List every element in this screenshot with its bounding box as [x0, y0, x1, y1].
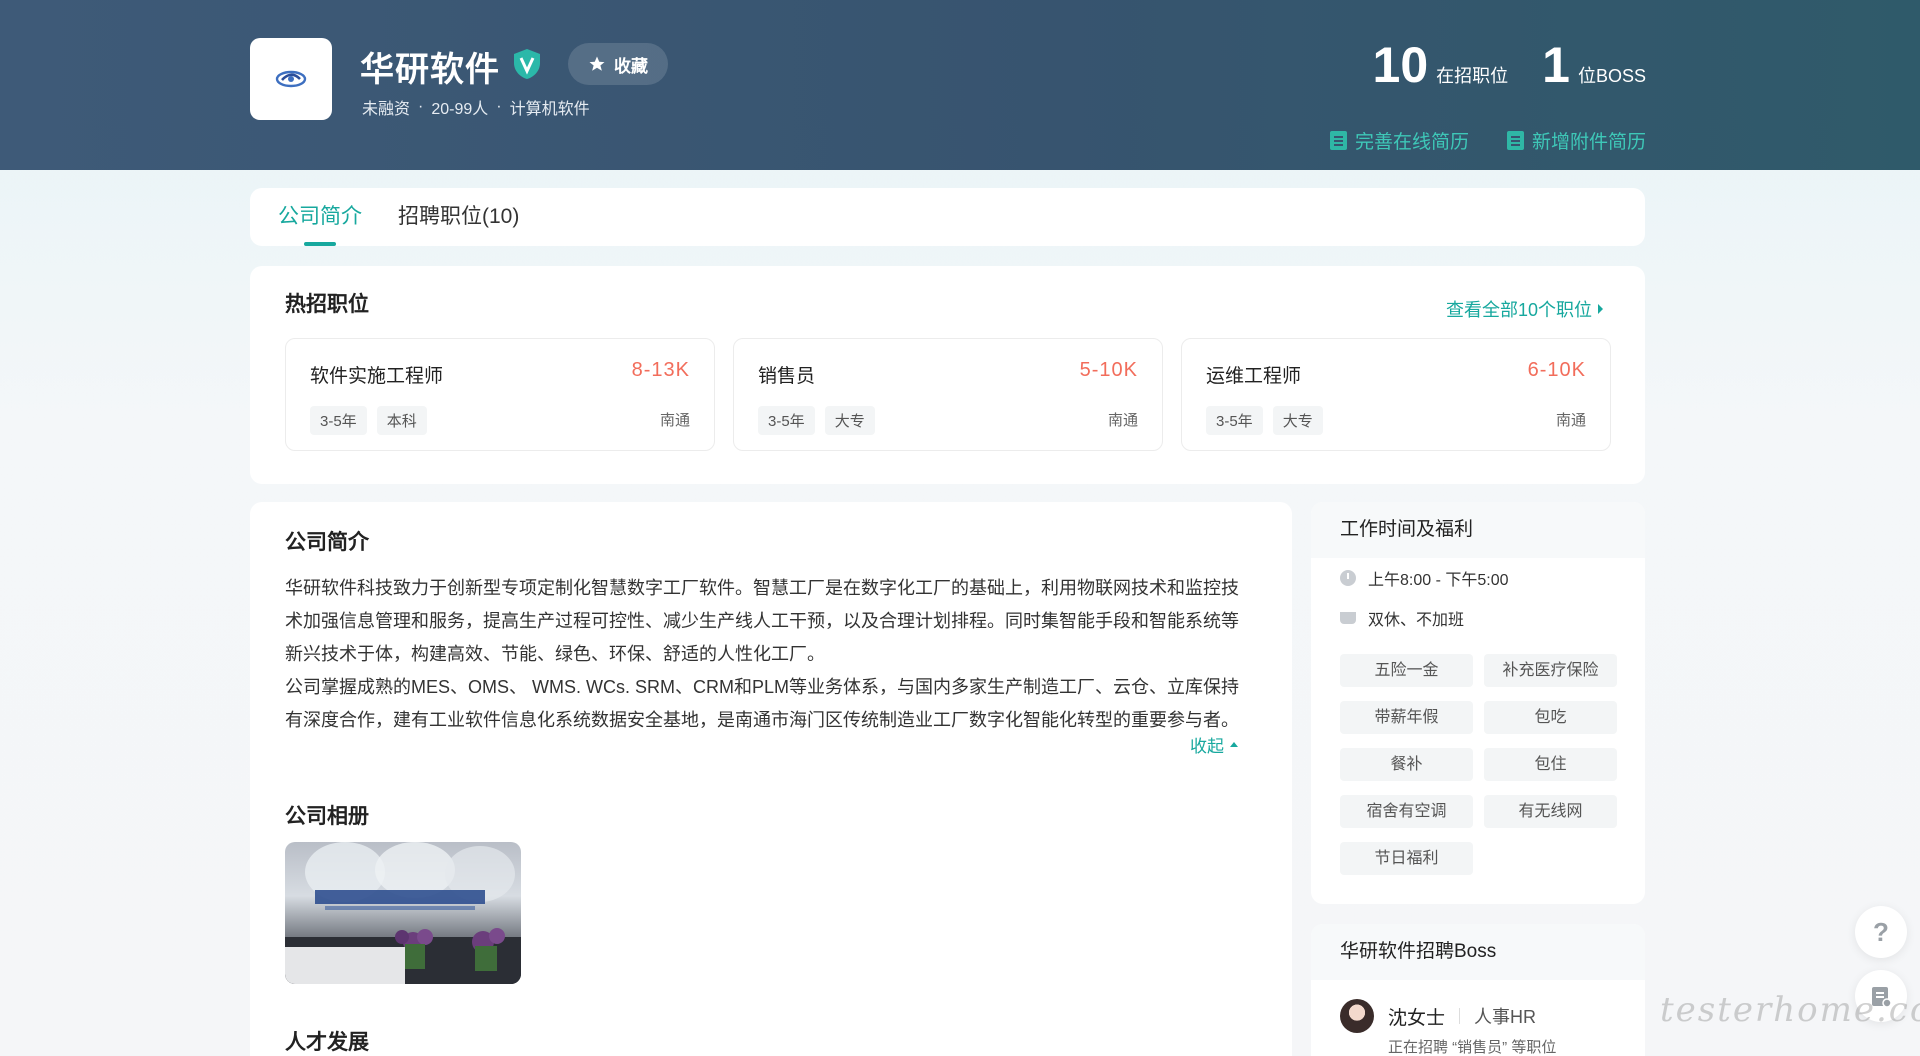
benefit-tags: 五险一金 补充医疗保险 带薪年假 包吃 餐补 包住 宿舍有空调 有无线网 节日福… — [1311, 638, 1645, 875]
verified-shield-icon — [514, 49, 540, 79]
job-cards: 软件实施工程师 8-13K 3-5年 本科 南通 销售员 5-10K 3-5年 … — [285, 338, 1611, 451]
hot-jobs-section: 热招职位 查看全部10个职位 软件实施工程师 8-13K 3-5年 本科 南通 … — [250, 266, 1645, 484]
benefit-tag: 餐补 — [1340, 748, 1473, 781]
job-card[interactable]: 运维工程师 6-10K 3-5年 大专 南通 — [1181, 338, 1611, 451]
job-tag: 本科 — [376, 406, 427, 435]
welfare-title: 工作时间及福利 — [1311, 502, 1645, 558]
add-attachment-resume-label: 新增附件简历 — [1531, 132, 1646, 153]
job-card[interactable]: 软件实施工程师 8-13K 3-5年 本科 南通 — [285, 338, 715, 451]
jobs-label: 在招职位 — [1436, 66, 1509, 86]
resume-links: 完善在线简历 新增附件简历 — [1329, 127, 1646, 154]
resume-icon — [1329, 131, 1347, 150]
question-icon: ? — [1873, 916, 1889, 947]
tab-jobs[interactable]: 招聘职位(10) — [398, 188, 519, 246]
job-tag: 大专 — [824, 406, 875, 435]
work-hours: 上午8:00 - 下午5:00 — [1368, 572, 1509, 589]
star-icon — [589, 56, 605, 71]
benefit-tag: 有无线网 — [1484, 795, 1617, 828]
company-tabs: 公司简介 招聘职位(10) — [250, 188, 1645, 246]
job-tag: 3-5年 — [758, 406, 815, 435]
rest-row: 双休、不加班 — [1311, 598, 1645, 638]
hot-jobs-title: 热招职位 — [285, 293, 369, 316]
avatar — [1340, 999, 1374, 1033]
company-stats: 10 在招职位 1 位BOSS — [1373, 40, 1646, 90]
tab-company-intro[interactable]: 公司简介 — [278, 188, 362, 246]
complete-online-resume-link[interactable]: 完善在线简历 — [1329, 127, 1469, 154]
job-tag: 3-5年 — [1206, 406, 1263, 435]
clock-icon — [1340, 570, 1356, 586]
meta-separator: · — [418, 98, 424, 115]
talent-development-title: 人才发展 — [285, 1031, 369, 1054]
company-photo[interactable] — [285, 842, 521, 984]
boss-count: 1 — [1542, 37, 1570, 93]
help-button[interactable]: ? — [1855, 906, 1907, 958]
collapse-button[interactable]: 收起 — [1190, 732, 1238, 757]
job-salary: 8-13K — [631, 359, 690, 381]
intro-title: 公司简介 — [285, 531, 369, 554]
jobs-count: 10 — [1372, 37, 1429, 93]
benefit-tag: 补充医疗保险 — [1484, 654, 1617, 687]
collapse-label: 收起 — [1190, 737, 1224, 756]
favorite-button[interactable]: 收藏 — [568, 43, 668, 85]
job-city: 南通 — [1107, 412, 1138, 429]
company-name: 华研软件 — [360, 51, 500, 89]
divider — [1459, 1008, 1461, 1024]
job-salary: 6-10K — [1527, 359, 1586, 381]
add-attachment-resume-link[interactable]: 新增附件简历 — [1506, 127, 1646, 154]
job-tags: 3-5年 大专 — [758, 406, 875, 435]
caret-up-icon — [1230, 742, 1238, 747]
benefit-tag: 五险一金 — [1340, 654, 1473, 687]
view-all-jobs-label: 查看全部10个职位 — [1445, 300, 1592, 320]
benefit-tag: 节日福利 — [1340, 842, 1473, 875]
view-all-jobs-link[interactable]: 查看全部10个职位 — [1446, 296, 1603, 322]
coffee-icon — [1340, 612, 1356, 624]
rest-policy: 双休、不加班 — [1368, 612, 1465, 629]
job-city: 南通 — [659, 412, 690, 429]
office-photo-image — [285, 842, 521, 984]
job-tag: 大专 — [1272, 406, 1323, 435]
benefit-tag: 宿舍有空调 — [1340, 795, 1473, 828]
work-hours-row: 上午8:00 - 下午5:00 — [1311, 558, 1645, 598]
benefit-tag: 包住 — [1484, 748, 1617, 781]
meta-separator: · — [496, 98, 502, 115]
boss-stat[interactable]: 1 位BOSS — [1542, 40, 1646, 90]
boss-role: 人事HR — [1474, 1007, 1537, 1027]
jobs-stat[interactable]: 10 在招职位 — [1373, 40, 1509, 90]
company-intro-section: 公司简介 华研软件科技致力于创新型专项定制化智慧数字工厂软件。智慧工厂是在数字化… — [250, 502, 1292, 1056]
job-tags: 3-5年 本科 — [310, 406, 427, 435]
benefit-tag: 包吃 — [1484, 701, 1617, 734]
company-funding: 未融资 — [362, 101, 411, 118]
company-industry: 计算机软件 — [509, 101, 590, 118]
company-logo — [250, 38, 332, 120]
favorite-label: 收藏 — [614, 56, 648, 76]
boss-recruiting-text: 正在招聘 “销售员” 等职位 — [1388, 1039, 1557, 1056]
watermark: testerhome.com — [1660, 990, 1920, 1030]
job-card[interactable]: 销售员 5-10K 3-5年 大专 南通 — [733, 338, 1163, 451]
boss-row[interactable]: 沈女士 人事HR — [1340, 999, 1536, 1033]
boss-name: 沈女士 — [1388, 1007, 1446, 1029]
caret-right-icon — [1598, 304, 1603, 314]
company-size: 20-99人 — [431, 101, 489, 118]
benefit-tag: 带薪年假 — [1340, 701, 1473, 734]
album-title: 公司相册 — [285, 805, 369, 828]
logo-icon — [275, 70, 307, 88]
attachment-icon — [1506, 131, 1524, 150]
company-meta: 未融资 · 20-99人 · 计算机软件 — [362, 95, 590, 119]
job-tags: 3-5年 大专 — [1206, 406, 1323, 435]
boss-label: 位BOSS — [1577, 66, 1646, 86]
intro-paragraph: 公司掌握成熟的MES、OMS、 WMS. WCs. SRM、CRM和PLM等业务… — [285, 677, 1239, 730]
company-header: 华研软件 收藏 未融资 · 20-99人 · 计算机软件 10 在招职位 1 位… — [0, 0, 1920, 170]
complete-online-resume-label: 完善在线简历 — [1354, 132, 1469, 153]
boss-panel-title: 华研软件招聘Boss — [1311, 924, 1645, 980]
intro-paragraph: 华研软件科技致力于创新型专项定制化智慧数字工厂软件。智慧工厂是在数字化工厂的基础… — [285, 578, 1239, 664]
job-city: 南通 — [1555, 412, 1586, 429]
intro-text: 华研软件科技致力于创新型专项定制化智慧数字工厂软件。智慧工厂是在数字化工厂的基础… — [285, 572, 1245, 737]
job-salary: 5-10K — [1079, 359, 1138, 381]
welfare-panel: 工作时间及福利 上午8:00 - 下午5:00 双休、不加班 五险一金 补充医疗… — [1311, 502, 1645, 904]
boss-panel: 华研软件招聘Boss 沈女士 人事HR 正在招聘 “销售员” 等职位 — [1311, 924, 1645, 1056]
job-tag: 3-5年 — [310, 406, 367, 435]
